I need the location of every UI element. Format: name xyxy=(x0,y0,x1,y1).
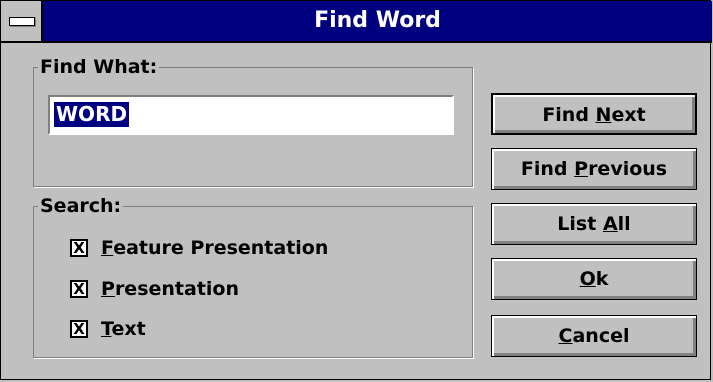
search-group: Search: X Feature Presentation X Present… xyxy=(33,195,473,358)
find-what-input[interactable]: WORD xyxy=(48,95,454,135)
ok-button[interactable]: Ok xyxy=(491,258,697,300)
feature-presentation-label: Feature Presentation xyxy=(101,237,329,259)
presentation-checkbox[interactable]: X xyxy=(70,280,88,298)
search-label: Search: xyxy=(38,195,124,217)
find-next-button[interactable]: Find Next xyxy=(491,93,697,135)
list-all-button[interactable]: List All xyxy=(491,203,697,245)
find-previous-button[interactable]: Find Previous xyxy=(491,148,697,190)
cancel-button[interactable]: Cancel xyxy=(491,315,697,357)
text-checkbox[interactable]: X xyxy=(70,320,88,338)
text-label: Text xyxy=(101,318,146,340)
window-title: Find Word xyxy=(314,8,441,33)
find-what-label: Find What: xyxy=(38,56,160,78)
find-what-value: WORD xyxy=(54,102,130,127)
system-menu-button[interactable] xyxy=(1,1,43,41)
title-bar[interactable]: Find Word xyxy=(1,1,712,43)
find-what-group: Find What: WORD xyxy=(33,56,473,187)
presentation-label: Presentation xyxy=(101,278,239,300)
feature-presentation-checkbox[interactable]: X xyxy=(70,239,88,257)
system-menu-icon xyxy=(9,17,35,26)
find-word-dialog: Find Word Find What: WORD Search: X Feat… xyxy=(0,0,712,380)
